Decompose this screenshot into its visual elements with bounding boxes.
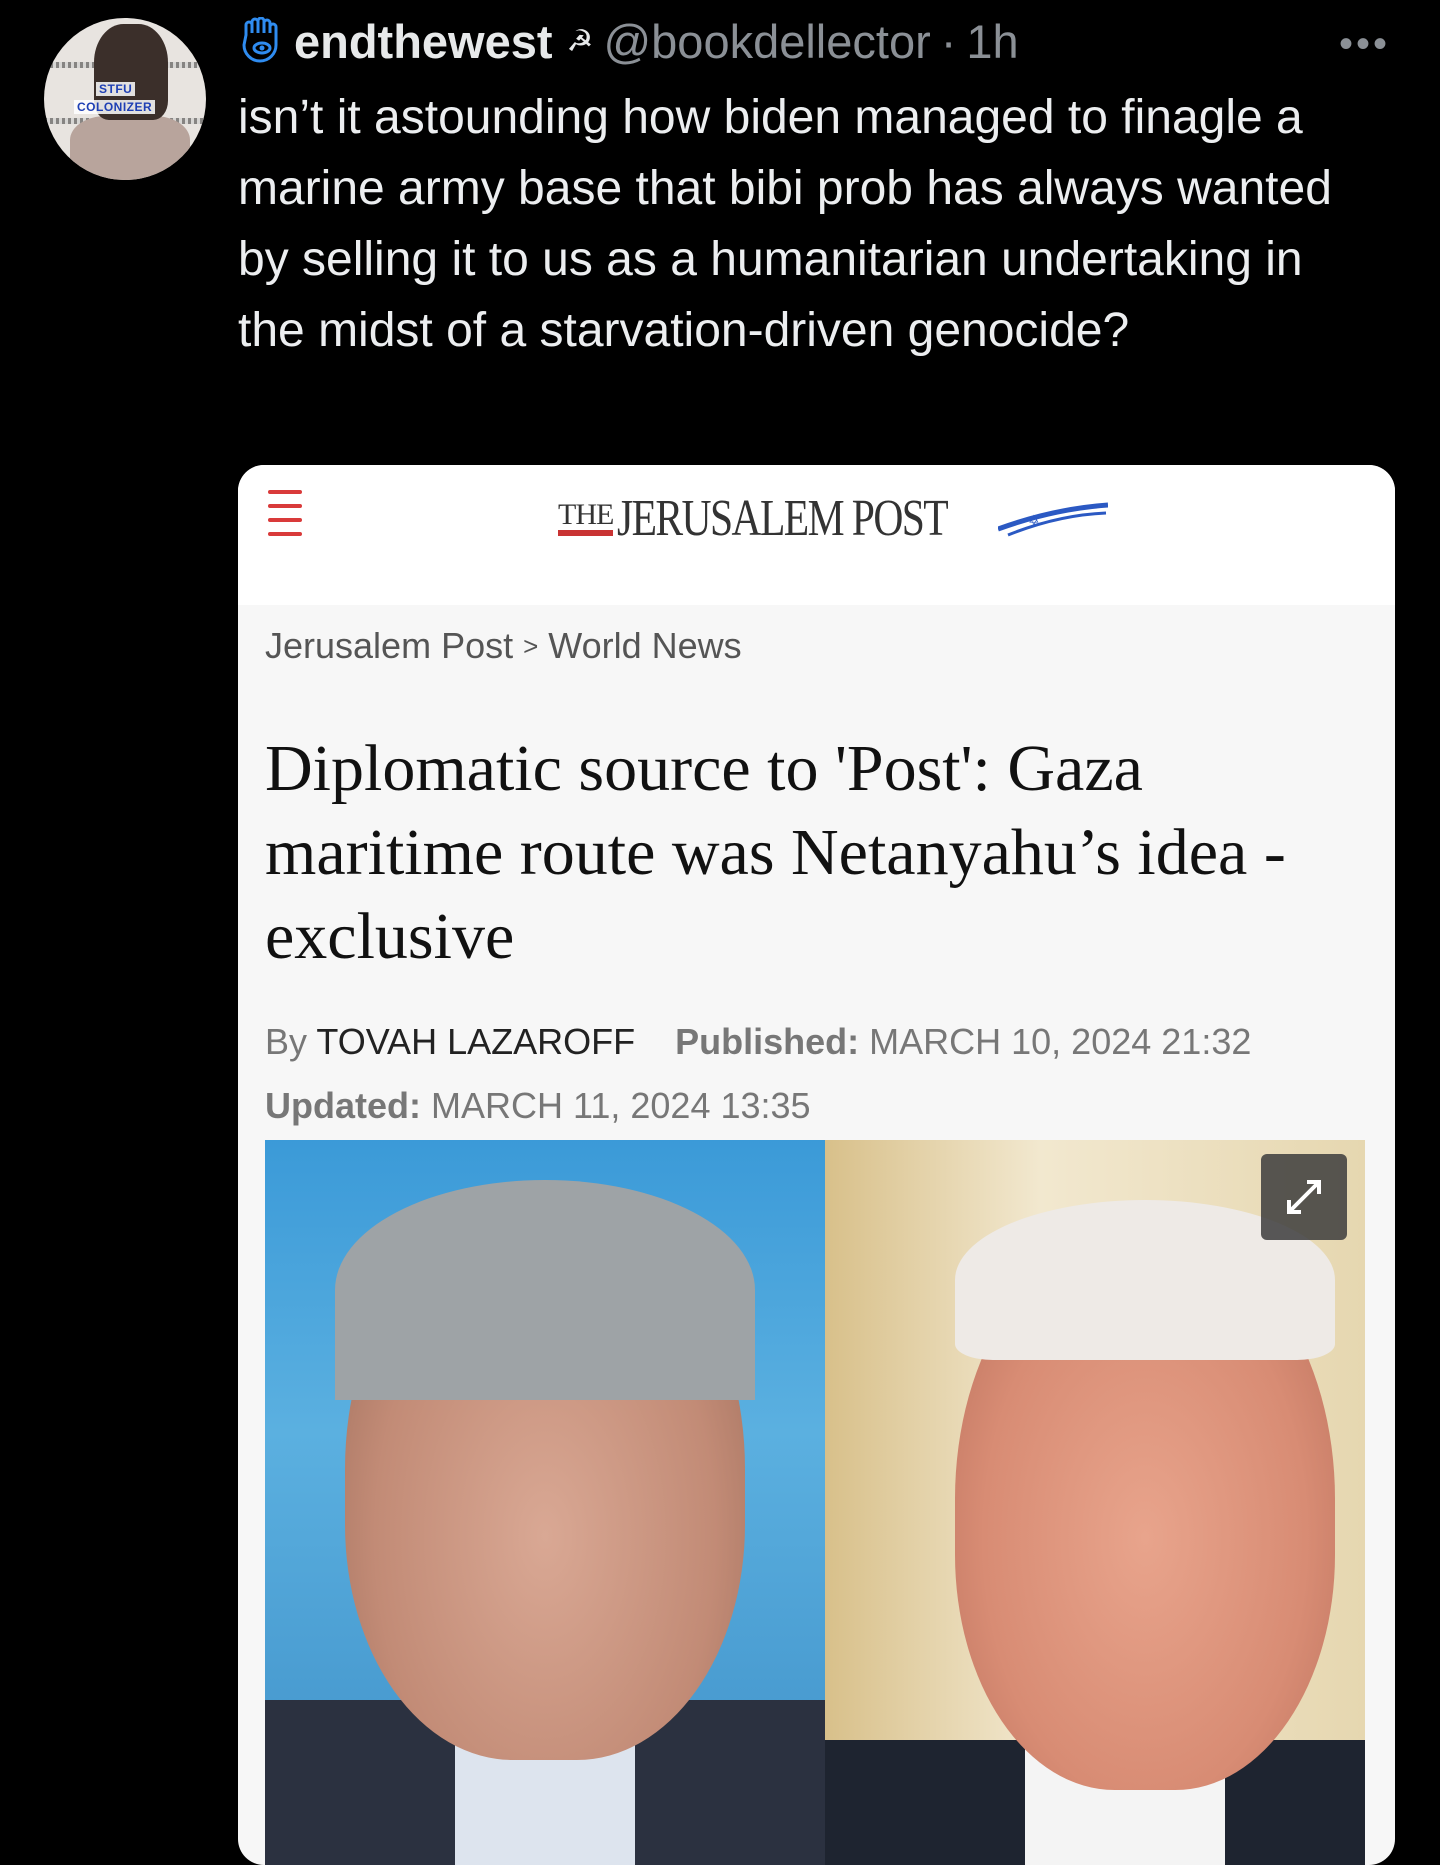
article-byline: By TOVAH LAZAROFF Published: MARCH 10, 2… <box>265 1010 1251 1138</box>
separator: · <box>940 14 957 68</box>
expand-icon[interactable] <box>1261 1154 1347 1240</box>
logo-the: THE <box>558 500 614 536</box>
logo-name: JERUSALEM POST <box>617 489 949 547</box>
by-label: By <box>265 1021 308 1062</box>
avatar-text: STFU <box>96 82 136 96</box>
user-handle[interactable]: @bookdellector <box>603 14 930 69</box>
flag-swoosh-icon: ✡ <box>998 502 1108 537</box>
avatar[interactable]: STFU COLONIZER <box>44 18 206 180</box>
photo-hair-left <box>335 1180 755 1400</box>
updated-label: Updated: <box>265 1085 421 1126</box>
display-name[interactable]: endthewest <box>294 14 553 69</box>
article-photo <box>265 1140 1365 1865</box>
article-headline: Diplomatic source to 'Post': Gaza mariti… <box>265 732 1286 973</box>
breadcrumb: Jerusalem Post > World News <box>265 625 742 667</box>
published-date: MARCH 10, 2024 21:32 <box>869 1021 1252 1062</box>
published-label: Published: <box>675 1021 860 1062</box>
breadcrumb-item[interactable]: World News <box>548 625 741 667</box>
site-header: THE JERUSALEM POST ✡ <box>238 465 1395 605</box>
avatar-text: COLONIZER <box>74 100 156 114</box>
hamburger-icon[interactable] <box>268 490 302 540</box>
jpost-logo: THE JERUSALEM POST <box>558 483 1030 553</box>
avatar-shirt <box>70 116 190 180</box>
updated-date: MARCH 11, 2024 13:35 <box>431 1085 811 1126</box>
hamsa-icon <box>242 17 278 63</box>
svg-text:✡: ✡ <box>1028 512 1040 528</box>
chevron-right-icon: > <box>523 630 539 661</box>
attached-image[interactable]: THE JERUSALEM POST ✡ Jerusalem Post > Wo… <box>238 465 1395 1865</box>
timestamp[interactable]: 1h <box>966 14 1018 69</box>
hammer-sickle-icon: ☭ <box>566 24 594 58</box>
tweet-header: endthewest ☭ @bookdellector · 1h <box>240 14 1019 68</box>
tweet-text: isn’t it astounding how biden managed to… <box>238 91 1332 357</box>
more-horizontal-icon[interactable]: ••• <box>1339 22 1390 67</box>
breadcrumb-item[interactable]: Jerusalem Post <box>265 625 513 667</box>
author-name[interactable]: TOVAH LAZAROFF <box>316 1021 635 1062</box>
